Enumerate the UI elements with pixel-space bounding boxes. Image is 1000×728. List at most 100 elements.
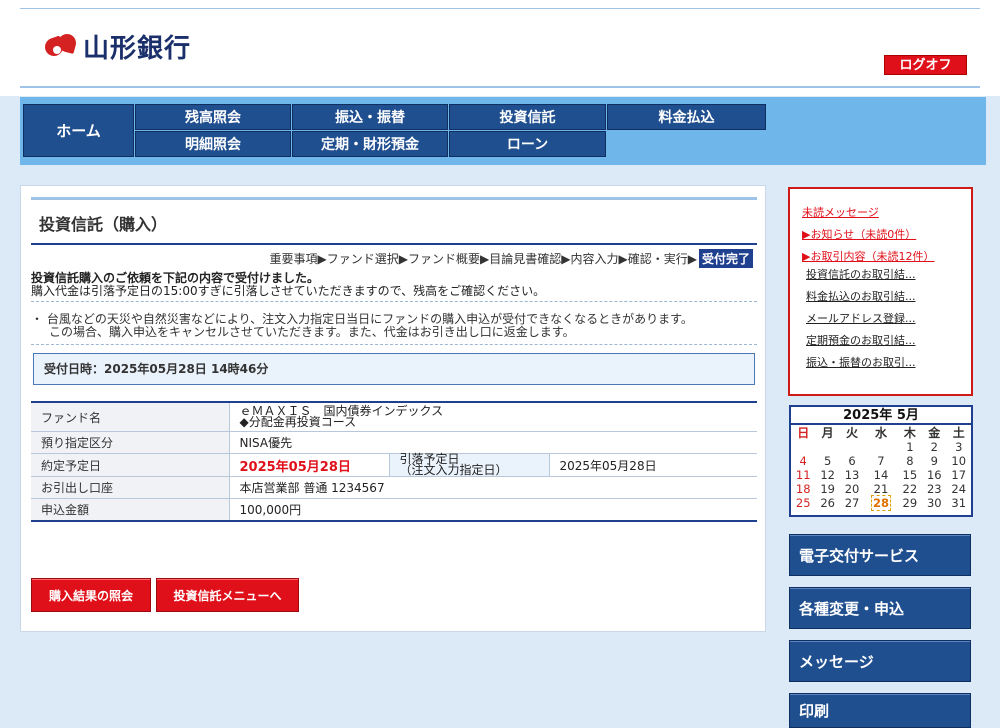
calendar-day: 12 xyxy=(820,467,835,482)
step-confirm: 確認・実行 xyxy=(627,252,688,266)
calendar-day: 27 xyxy=(844,495,860,510)
calendar-week: 1 2 3 xyxy=(791,440,971,454)
calendar-day: 3 xyxy=(955,439,963,454)
step-fund-select: ファンド選択 xyxy=(326,252,399,266)
step-arrow-icon: ▶ xyxy=(480,251,490,266)
e-delivery-service-button[interactable]: 電子交付サービス xyxy=(789,534,971,576)
notice-item-investment[interactable]: 投資信託のお取引結... xyxy=(806,267,971,282)
nav-payment[interactable]: 料金払込 xyxy=(607,104,766,130)
calendar-day: 7 xyxy=(877,453,885,468)
cherry-logo-icon xyxy=(42,31,79,62)
calendar-day: 11 xyxy=(795,467,811,482)
change-application-button[interactable]: 各種変更・申込 xyxy=(789,587,971,629)
weekday-sun: 日 xyxy=(797,425,810,440)
messages-button[interactable]: メッセージ xyxy=(789,640,971,682)
investment-menu-button[interactable]: 投資信託メニューへ xyxy=(156,578,299,612)
notice-item-email[interactable]: メールアドレス登録... xyxy=(806,311,971,326)
contract-date-label: 約定予定日 xyxy=(31,453,229,477)
reception-datetime: 受付日時：2025年05月28日 14時46分 xyxy=(33,353,755,385)
calendar-day: 9 xyxy=(930,453,938,468)
calendar-day xyxy=(840,440,864,454)
deposit-category-label: 預り指定区分 xyxy=(31,431,229,454)
transactions-link[interactable]: ▶お取引内容（未読12件） xyxy=(802,249,971,264)
calendar-day: 17 xyxy=(951,467,967,482)
step-complete-active: 受付完了 xyxy=(698,249,753,268)
debit-date-label: 引落予定日 （注文入力指定日） xyxy=(388,453,550,477)
calendar-weekday-row: 日 月 火 水 木 金 土 xyxy=(791,426,971,440)
calendar-day: 4 xyxy=(799,453,807,468)
deposit-category-value: NISA優先 xyxy=(228,431,757,454)
notice-item-payment[interactable]: 料金払込のお取引結... xyxy=(806,289,971,304)
step-arrow-icon: ▶ xyxy=(317,251,327,266)
notice-item-time-deposit[interactable]: 定期預金のお取引結... xyxy=(806,333,971,348)
divider xyxy=(31,344,757,345)
calendar-day: 2 xyxy=(930,439,938,454)
main-panel: 投資信託（購入） 重要事項 ▶ ファンド選択 ▶ ファンド概要 ▶ 目論見書確認 ▶ 内… xyxy=(20,185,766,632)
calendar-day: 14 xyxy=(873,467,889,482)
fund-name-label: ファンド名 xyxy=(31,401,229,432)
calendar-day: 22 xyxy=(902,481,918,496)
logoff-button[interactable]: ログオフ xyxy=(884,55,967,75)
table-row: 約定予定日 2025年05月28日 引落予定日 （注文入力指定日） 2025年0… xyxy=(31,453,757,477)
calendar-day: 31 xyxy=(951,495,967,510)
weekday-sat: 土 xyxy=(952,425,965,440)
calendar-day: 8 xyxy=(906,453,914,468)
header-bottom-line xyxy=(20,86,980,88)
bank-name: 山形銀行 xyxy=(83,34,192,64)
withdrawal-account-label: お引出し口座 xyxy=(31,476,229,499)
contract-date-value: 2025年05月28日 xyxy=(228,453,389,477)
debit-date-value: 2025年05月28日 xyxy=(549,453,757,477)
print-button[interactable]: 印刷 xyxy=(789,693,971,728)
notice-box: 未読メッセージ ▶お知らせ（未読0件） ▶お取引内容（未読12件） 投資信託のお… xyxy=(788,187,973,396)
calendar-today-value: 28 xyxy=(870,494,891,511)
title-accent-bar xyxy=(31,197,757,200)
calendar-day: 10 xyxy=(951,453,967,468)
completion-message: 投資信託購入のご依頼を下記の内容で受付けました。 購入代金は引落予定日の15:0… xyxy=(31,272,545,298)
calendar-day: 29 xyxy=(902,495,918,510)
calendar-day: 13 xyxy=(844,467,860,482)
calendar-week: 25 26 27 28 29 30 31 xyxy=(791,494,971,511)
step-arrow-icon: ▶ xyxy=(618,251,628,266)
header: 山形銀行 ログオフ xyxy=(0,0,1000,96)
calendar-day: 5 xyxy=(823,453,832,468)
disaster-note: ・ 台風などの天災や自然災害などにより、注文入力指定日当日にファンドの購入申込が… xyxy=(31,313,693,339)
nav-time-deposit[interactable]: 定期・財形預金 xyxy=(292,131,448,157)
table-row: お引出し口座 本店営業部 普通 1234567 xyxy=(31,476,757,499)
fund-name-value: ｅＭＡＸＩＳ 国内債券インデックス ◆分配金再投資コース xyxy=(228,401,757,432)
nav-investment-trust[interactable]: 投資信託 xyxy=(449,104,606,130)
nav-statement-inquiry[interactable]: 明細照会 xyxy=(135,131,291,157)
weekday-thu: 木 xyxy=(903,425,916,440)
step-arrow-icon: ▶ xyxy=(561,251,571,266)
unread-messages-link[interactable]: 未読メッセージ xyxy=(802,205,971,220)
calendar-day: 20 xyxy=(844,481,860,496)
calendar-day: 23 xyxy=(926,481,942,496)
divider xyxy=(31,301,757,302)
step-arrow-icon: ▶ xyxy=(398,251,408,266)
nav-balance-inquiry[interactable]: 残高照会 xyxy=(135,104,291,130)
debit-date-label-line2: （注文入力指定日） xyxy=(399,463,508,477)
weekday-fri: 金 xyxy=(928,425,941,440)
notice-item-transfer[interactable]: 振込・振替のお取引... xyxy=(806,355,971,370)
order-details-table: ファンド名 ｅＭＡＸＩＳ 国内債券インデックス ◆分配金再投資コース 預り指定区… xyxy=(31,401,757,522)
progress-steps: 重要事項 ▶ ファンド選択 ▶ ファンド概要 ▶ 目論見書確認 ▶ 内容入力 ▶ 確認・実… xyxy=(269,249,753,268)
calendar-day: 30 xyxy=(926,495,942,510)
news-link[interactable]: ▶お知らせ（未読0件） xyxy=(802,227,971,242)
calendar-day: 6 xyxy=(848,453,856,468)
calendar-day: 21 xyxy=(873,481,889,496)
calendar-day: 18 xyxy=(795,481,811,496)
table-row: 申込金額 100,000円 xyxy=(31,498,757,522)
step-prospectus: 目論見書確認 xyxy=(489,252,562,266)
nav-home-button[interactable]: ホーム xyxy=(23,104,134,157)
nav-loan[interactable]: ローン xyxy=(449,131,606,157)
purchase-result-button[interactable]: 購入結果の照会 xyxy=(31,578,151,612)
calendar-day xyxy=(864,440,897,454)
header-top-line xyxy=(20,8,980,9)
table-row: 預り指定区分 NISA優先 xyxy=(31,431,757,454)
bank-logo[interactable]: 山形銀行 xyxy=(42,28,192,65)
nav-transfer[interactable]: 振込・振替 xyxy=(292,104,448,130)
calendar-day xyxy=(815,440,839,454)
disaster-note-line2: この場合、購入申込をキャンセルさせていただきます。また、代金はお引き出し口に返金… xyxy=(49,325,575,339)
amount-value: 100,000円 xyxy=(228,498,757,522)
calendar-day: 15 xyxy=(902,467,918,482)
calendar-week: 4 5 6 7 8 9 10 xyxy=(791,454,971,468)
